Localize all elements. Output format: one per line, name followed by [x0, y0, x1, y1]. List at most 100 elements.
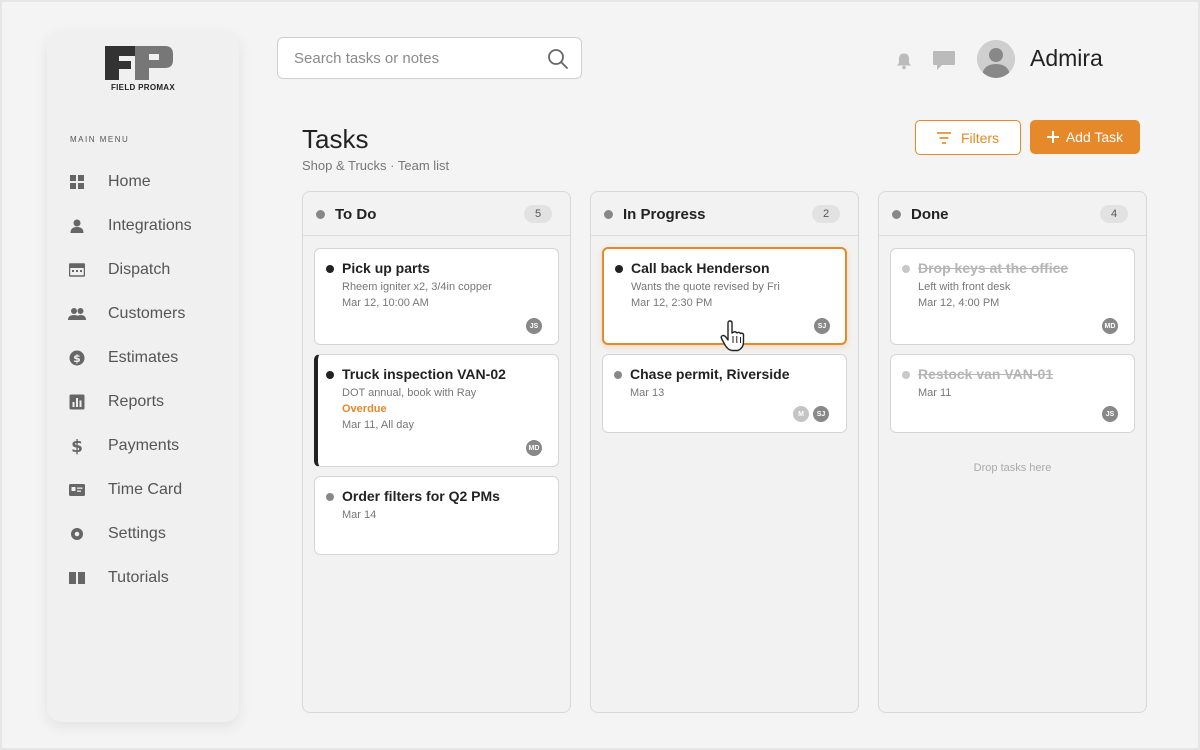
task-title: Drop keys at the office	[918, 260, 1069, 276]
assignee-avatar[interactable]: SJ	[813, 317, 831, 335]
task-due-date: Mar 14	[342, 509, 377, 521]
column-count-badge: 5	[524, 205, 552, 223]
task-title: Chase permit, Riverside	[630, 366, 790, 382]
column-title: In Progress	[623, 206, 706, 223]
assignee-avatar[interactable]: M	[792, 405, 810, 423]
book-icon	[67, 568, 87, 588]
sidebar-item-label: Dispatch	[108, 261, 171, 278]
sidebar-item-label: Time Card	[108, 481, 183, 498]
search-placeholder: Search tasks or notes	[294, 50, 440, 67]
sidebar-item-label: Integrations	[108, 217, 192, 234]
column-title: Done	[911, 206, 949, 223]
assignee-avatar[interactable]: MD	[1101, 317, 1119, 335]
task-due-date: Mar 13	[630, 387, 665, 399]
task-note: Left with front desk	[918, 281, 1011, 293]
sidebar-item-settings[interactable]: Settings	[67, 512, 237, 556]
sidebar-item-label: Tutorials	[108, 569, 169, 586]
search-icon[interactable]	[547, 48, 569, 75]
chat-icon[interactable]	[932, 50, 956, 77]
filters-button[interactable]: Filters	[915, 120, 1021, 155]
column-status-dot	[316, 210, 325, 219]
bell-icon[interactable]	[896, 52, 912, 75]
bar-chart-icon	[67, 392, 87, 412]
app-frame: FIELD PROMAX MAIN MENU Home Integrations	[0, 0, 1200, 750]
task-status-dot	[902, 371, 910, 379]
avatar[interactable]	[977, 40, 1015, 78]
column-status-dot	[892, 210, 901, 219]
sidebar-item-home[interactable]: Home	[67, 160, 237, 204]
column-header: In Progress 2	[591, 192, 858, 236]
sidebar-item-label: Home	[108, 173, 151, 190]
task-note: DOT annual, book with Ray	[342, 387, 477, 399]
sidebar-item-customers[interactable]: Customers	[67, 292, 237, 336]
assignee-avatar[interactable]: SJ	[812, 405, 830, 423]
task-due-date: Mar 12, 4:00 PM	[918, 297, 1000, 309]
user-icon	[67, 216, 87, 236]
task-card[interactable]: Pick up parts Rheem igniter x2, 3/4in co…	[314, 248, 559, 345]
column-header: Done 4	[879, 192, 1146, 236]
task-title: Call back Henderson	[631, 260, 770, 276]
sidebar-item-integrations[interactable]: Integrations	[67, 204, 237, 248]
task-title: Pick up parts	[342, 260, 430, 276]
dollar-circle-icon: $	[67, 348, 87, 368]
task-due-date: Mar 12, 10:00 AM	[342, 297, 429, 309]
column-count-badge: 4	[1100, 205, 1128, 223]
sidebar-item-payments[interactable]: $ Payments	[67, 424, 237, 468]
add-task-button[interactable]: Add Task	[1030, 120, 1140, 154]
sidebar-item-tutorials[interactable]: Tutorials	[67, 556, 237, 600]
task-status-dot	[902, 265, 910, 273]
sidebar-item-label: Customers	[108, 305, 186, 322]
main-menu: Home Integrations Dispatch Customers $ E…	[67, 160, 237, 600]
task-note: Rheem igniter x2, 3/4in copper	[342, 281, 492, 293]
task-title: Restock van VAN-01	[918, 366, 1054, 382]
logo-mark-icon	[105, 46, 173, 80]
assignee-avatar[interactable]: JS	[1101, 405, 1119, 423]
page-title: Tasks	[302, 124, 369, 154]
page-subtitle: Shop & Trucks · Team list	[302, 158, 450, 173]
logo-text: FIELD PROMAX	[110, 83, 176, 92]
task-title: Order filters for Q2 PMs	[342, 488, 500, 504]
sidebar-item-estimates[interactable]: $ Estimates	[67, 336, 237, 380]
overdue-label: Overdue	[342, 403, 387, 415]
search-input[interactable]: Search tasks or notes	[277, 37, 582, 79]
task-card-done[interactable]: Drop keys at the office Left with front …	[890, 248, 1135, 345]
task-status-dot	[326, 265, 334, 273]
column-todo: To Do 5 Pick up parts Rheem igniter x2, …	[302, 191, 571, 713]
task-status-dot	[326, 493, 334, 501]
task-title: Truck inspection VAN-02	[342, 366, 506, 382]
task-status-dot	[615, 265, 623, 273]
column-count-badge: 2	[812, 205, 840, 223]
user-avatar-icon	[977, 40, 1015, 78]
calendar-icon	[67, 260, 87, 280]
task-status-dot	[326, 371, 334, 379]
assignee-avatar[interactable]: MD	[525, 439, 543, 457]
main-menu-caption: MAIN MENU	[70, 135, 130, 144]
assignee-avatar[interactable]: JS	[525, 317, 543, 335]
grid-icon	[67, 172, 87, 192]
task-due-date: Mar 11	[918, 387, 952, 399]
task-card[interactable]: Chase permit, Riverside Mar 13 M SJ	[602, 354, 847, 433]
task-note: Wants the quote revised by Fri	[631, 281, 780, 293]
task-due-date: Mar 11, All day	[342, 419, 414, 431]
sidebar-item-dispatch[interactable]: Dispatch	[67, 248, 237, 292]
users-icon	[67, 304, 87, 324]
sidebar-item-reports[interactable]: Reports	[67, 380, 237, 424]
column-status-dot	[604, 210, 613, 219]
gear-icon	[67, 524, 87, 544]
task-card-done[interactable]: Restock van VAN-01 Mar 11 JS	[890, 354, 1135, 433]
sidebar-item-label: Estimates	[108, 349, 179, 366]
field-promax-logo[interactable]: FIELD PROMAX	[105, 46, 181, 96]
task-card[interactable]: Order filters for Q2 PMs Mar 14	[314, 476, 559, 555]
sidebar-item-time-card[interactable]: Time Card	[67, 468, 237, 512]
column-done: Done 4 Drop keys at the office Left with…	[878, 191, 1147, 713]
filter-icon	[936, 131, 951, 144]
svg-text:$: $	[73, 352, 81, 365]
user-name[interactable]: Admira	[1030, 45, 1103, 72]
task-due-date: Mar 12, 2:30 PM	[631, 297, 713, 309]
task-card[interactable]: Truck inspection VAN-02 DOT annual, book…	[314, 354, 559, 467]
column-title: To Do	[335, 206, 377, 223]
sidebar-item-label: Reports	[108, 393, 165, 410]
drop-zone-hint[interactable]: Drop tasks here	[879, 462, 1146, 474]
column-header: To Do 5	[303, 192, 570, 236]
task-status-dot	[614, 371, 622, 379]
